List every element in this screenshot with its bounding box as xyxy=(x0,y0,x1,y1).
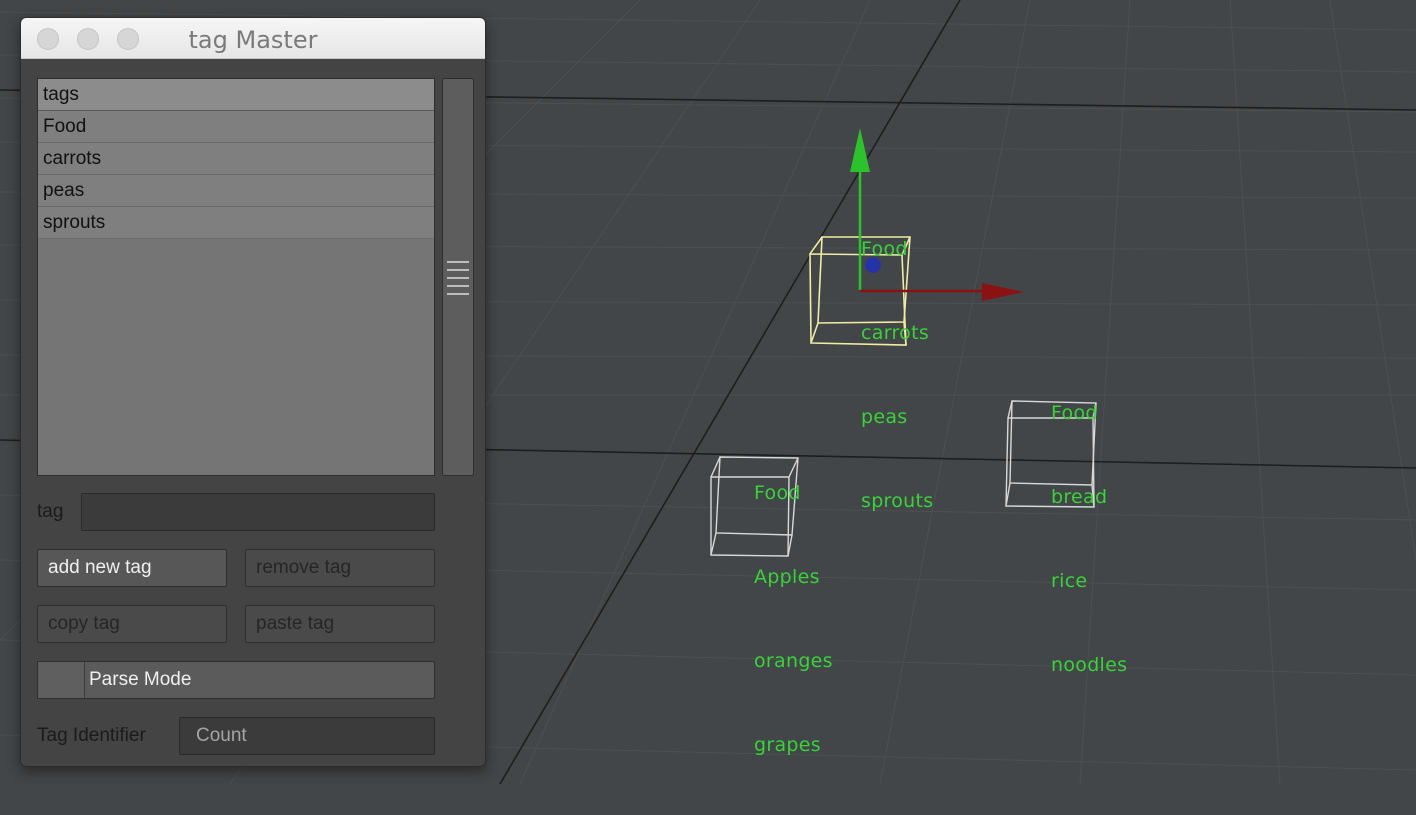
scroll-grip-line xyxy=(447,269,469,271)
tag-label: Apples xyxy=(754,566,820,588)
tag-input[interactable] xyxy=(81,493,435,531)
tag-label: grapes xyxy=(754,734,821,756)
remove-tag-button[interactable]: remove tag xyxy=(245,549,435,587)
scroll-grip-line xyxy=(447,285,469,287)
parse-mode-label: Parse Mode xyxy=(89,669,192,690)
window-title: tag Master xyxy=(188,26,318,54)
tag-label: Food xyxy=(754,482,801,504)
scroll-grip-line xyxy=(447,277,469,279)
copy-tag-button[interactable]: copy tag xyxy=(37,605,227,643)
add-new-tag-button[interactable]: add new tag xyxy=(37,549,227,587)
tag-list-header[interactable]: tags xyxy=(38,79,434,111)
paste-tag-button[interactable]: paste tag xyxy=(245,605,435,643)
tag-label: sprouts xyxy=(861,490,934,512)
tag-label: rice xyxy=(1051,570,1088,592)
tag-master-window: tag Master tags Food carrots peas sprout… xyxy=(20,17,486,767)
parse-mode-toggle[interactable]: Parse Mode xyxy=(37,661,435,699)
tag-identifier-field[interactable]: Count xyxy=(179,717,435,755)
tag-list[interactable]: tags Food carrots peas sprouts xyxy=(37,78,435,476)
tag-list-scrollbar[interactable] xyxy=(442,78,474,476)
left-cube-tag-labels: Food Apples oranges grapes xyxy=(754,423,833,815)
list-item[interactable]: peas xyxy=(38,175,434,207)
list-item[interactable]: Food xyxy=(38,111,434,143)
tag-label: peas xyxy=(861,406,908,428)
tag-label: Food xyxy=(1051,402,1098,424)
list-item[interactable]: sprouts xyxy=(38,207,434,239)
parse-mode-checkbox[interactable] xyxy=(38,662,85,698)
scroll-grip-line xyxy=(447,293,469,295)
tag-label: carrots xyxy=(861,322,930,344)
title-bar[interactable]: tag Master xyxy=(21,18,485,59)
list-item[interactable]: carrots xyxy=(38,143,434,175)
selected-cube-tag-labels: Food carrots peas sprouts xyxy=(861,179,933,571)
tag-identifier-label: Tag Identifier xyxy=(37,725,146,746)
tag-field-label: tag xyxy=(37,501,64,522)
right-cube-tag-labels: Food bread rice noodles xyxy=(1051,343,1127,735)
tag-label: bread xyxy=(1051,486,1108,508)
tag-label: Food xyxy=(861,238,908,260)
scroll-grip-line xyxy=(447,261,469,263)
tag-label: noodles xyxy=(1051,654,1128,676)
tag-label: oranges xyxy=(754,650,833,672)
